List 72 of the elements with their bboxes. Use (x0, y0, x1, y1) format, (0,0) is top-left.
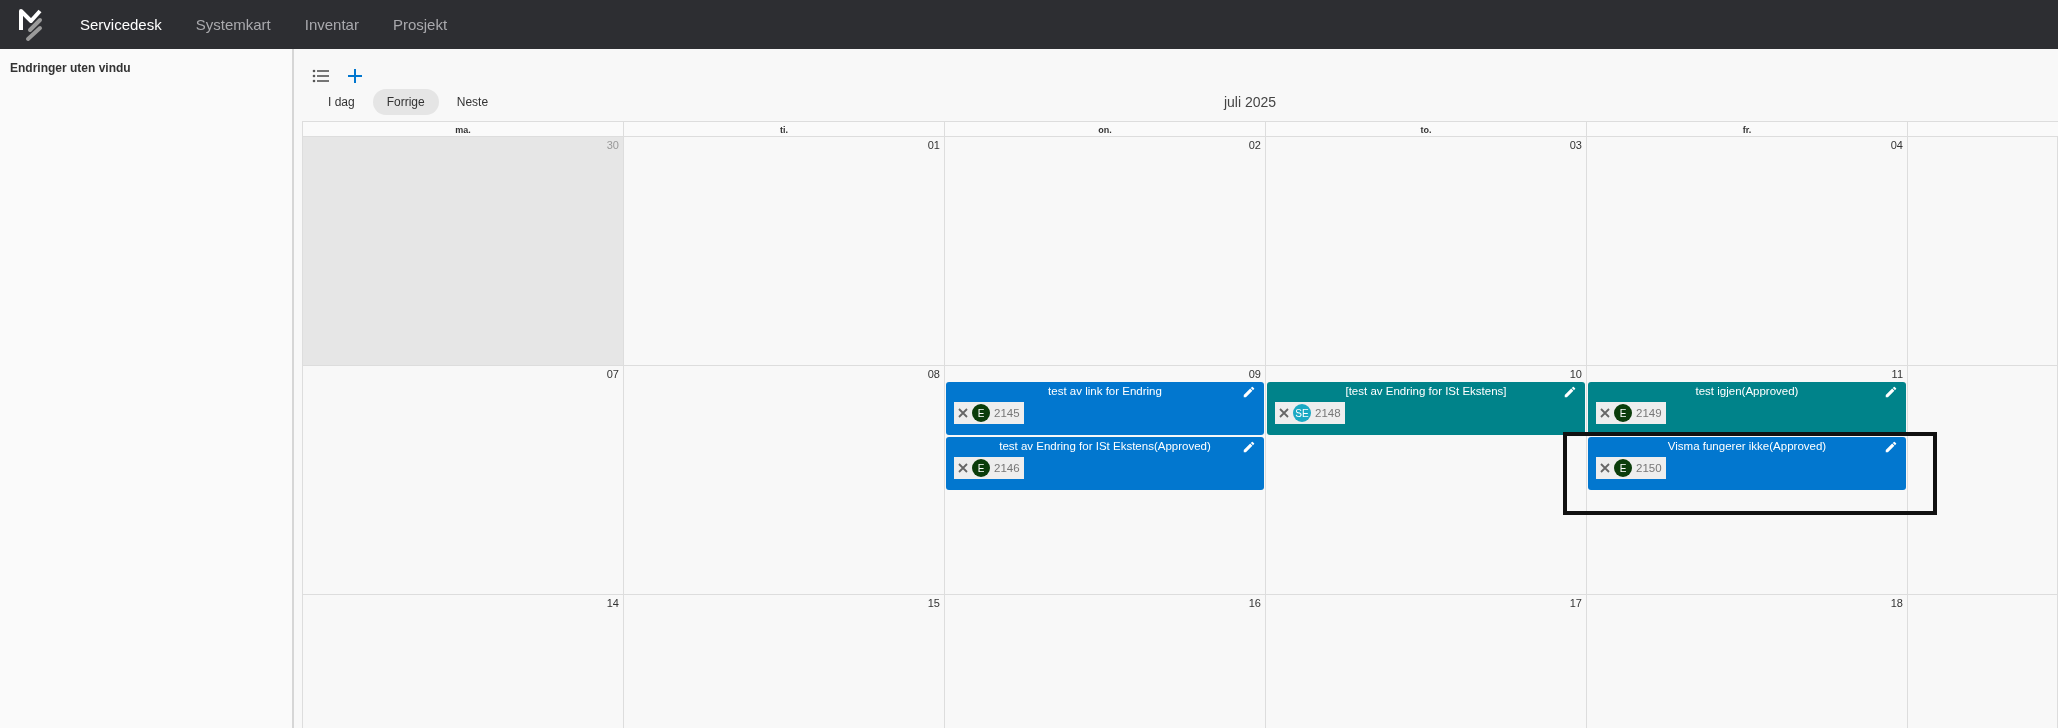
change-number: 2145 (994, 407, 1020, 419)
day-number: 14 (606, 596, 620, 609)
weekday-header: ti. (624, 121, 945, 137)
day-number: 01 (927, 138, 941, 151)
day-number: 03 (1569, 138, 1583, 151)
weekday-header: to. (1266, 121, 1587, 137)
day-cell[interactable]: 11 test igjen(Approved) E 2149 Visma fungerer ikke(Approved) E 2150 (1587, 366, 1908, 595)
avatar: E (1614, 404, 1632, 422)
event-title: test igjen(Approved) (1695, 385, 1799, 397)
day-cell[interactable]: 09 test av link for Endring E 2145 test av Endring for ISt Ekstens(Approved) E 2146 (945, 366, 1266, 595)
weekday-header: on. (945, 121, 1266, 137)
day-number: 11 (1891, 367, 1904, 380)
nav-tab[interactable]: Servicedesk (68, 16, 174, 33)
close-icon[interactable] (1600, 463, 1610, 473)
day-number: 10 (1569, 367, 1583, 380)
add-icon[interactable] (345, 66, 365, 86)
close-icon[interactable] (1279, 408, 1289, 418)
day-number: 30 (606, 138, 620, 151)
day-number: 18 (1890, 596, 1904, 609)
event-title: test av link for Endring (1048, 385, 1162, 397)
day-cell[interactable]: 08 (624, 366, 945, 595)
close-icon[interactable] (958, 463, 968, 473)
day-cell[interactable] (1908, 366, 2058, 595)
nav-tab[interactable]: Systemkart (183, 16, 283, 33)
nav-tab[interactable]: Prosjekt (380, 16, 460, 33)
day-cell[interactable]: 02 (945, 137, 1266, 366)
event-card[interactable]: test igjen(Approved) E 2149 (1588, 382, 1906, 435)
pencil-icon[interactable] (1242, 440, 1256, 454)
day-cell[interactable]: 10 [test av Endring for ISt Ekstens] SE 2148 (1266, 366, 1587, 595)
pencil-icon[interactable] (1563, 385, 1577, 399)
event-card[interactable]: test av Endring for ISt Ekstens(Approved) E 2146 (946, 437, 1264, 490)
event-title: Visma fungerer ikke(Approved) (1667, 440, 1827, 452)
month-title: juli 2025 (1222, 94, 1278, 110)
day-number: 08 (927, 367, 941, 380)
avatar: E (972, 404, 990, 422)
nav-button[interactable]: Neste (442, 89, 503, 115)
change-number: 2146 (994, 462, 1020, 474)
event-card[interactable]: test av link for Endring E 2145 (946, 382, 1264, 435)
nav-button[interactable]: Forrige (372, 89, 439, 115)
change-number: 2149 (1636, 407, 1662, 419)
day-number: 15 (927, 596, 941, 609)
day-cell[interactable]: 07 (303, 366, 624, 595)
close-icon[interactable] (958, 408, 968, 418)
logo-icon[interactable] (18, 7, 44, 42)
pencil-icon[interactable] (1884, 440, 1898, 454)
day-number: 04 (1890, 138, 1904, 151)
day-number: 09 (1248, 367, 1262, 380)
weekday-header: ma. (303, 121, 624, 137)
avatar: SE (1293, 404, 1311, 422)
event-card[interactable]: Visma fungerer ikke(Approved) E 2150 (1588, 437, 1906, 490)
nav-tab[interactable]: Inventar (292, 16, 371, 33)
day-number: 17 (1569, 596, 1583, 609)
weekday-header: fr. (1587, 121, 1908, 137)
day-cell[interactable]: 01 (624, 137, 945, 366)
day-number: 02 (1248, 138, 1262, 151)
change-number: 2148 (1315, 407, 1341, 419)
close-icon[interactable] (1600, 408, 1610, 418)
sidebar-title: Endringer uten vindu (10, 61, 132, 75)
event-title: [test av Endring for ISt Ekstens] (1345, 385, 1507, 397)
day-cell[interactable]: 04 (1587, 137, 1908, 366)
nav-button[interactable]: I dag (314, 89, 369, 115)
event-card[interactable]: [test av Endring for ISt Ekstens] SE 2148 (1267, 382, 1585, 435)
pencil-icon[interactable] (1242, 385, 1256, 399)
day-cell[interactable] (1908, 137, 2058, 366)
day-number: 07 (606, 367, 620, 380)
event-title: test av Endring for ISt Ekstens(Approved) (999, 440, 1211, 452)
pencil-icon[interactable] (1884, 385, 1898, 399)
change-number: 2150 (1636, 462, 1662, 474)
avatar: E (972, 459, 990, 477)
day-cell[interactable]: 03 (1266, 137, 1587, 366)
day-number: 16 (1248, 596, 1262, 609)
avatar: E (1614, 459, 1632, 477)
